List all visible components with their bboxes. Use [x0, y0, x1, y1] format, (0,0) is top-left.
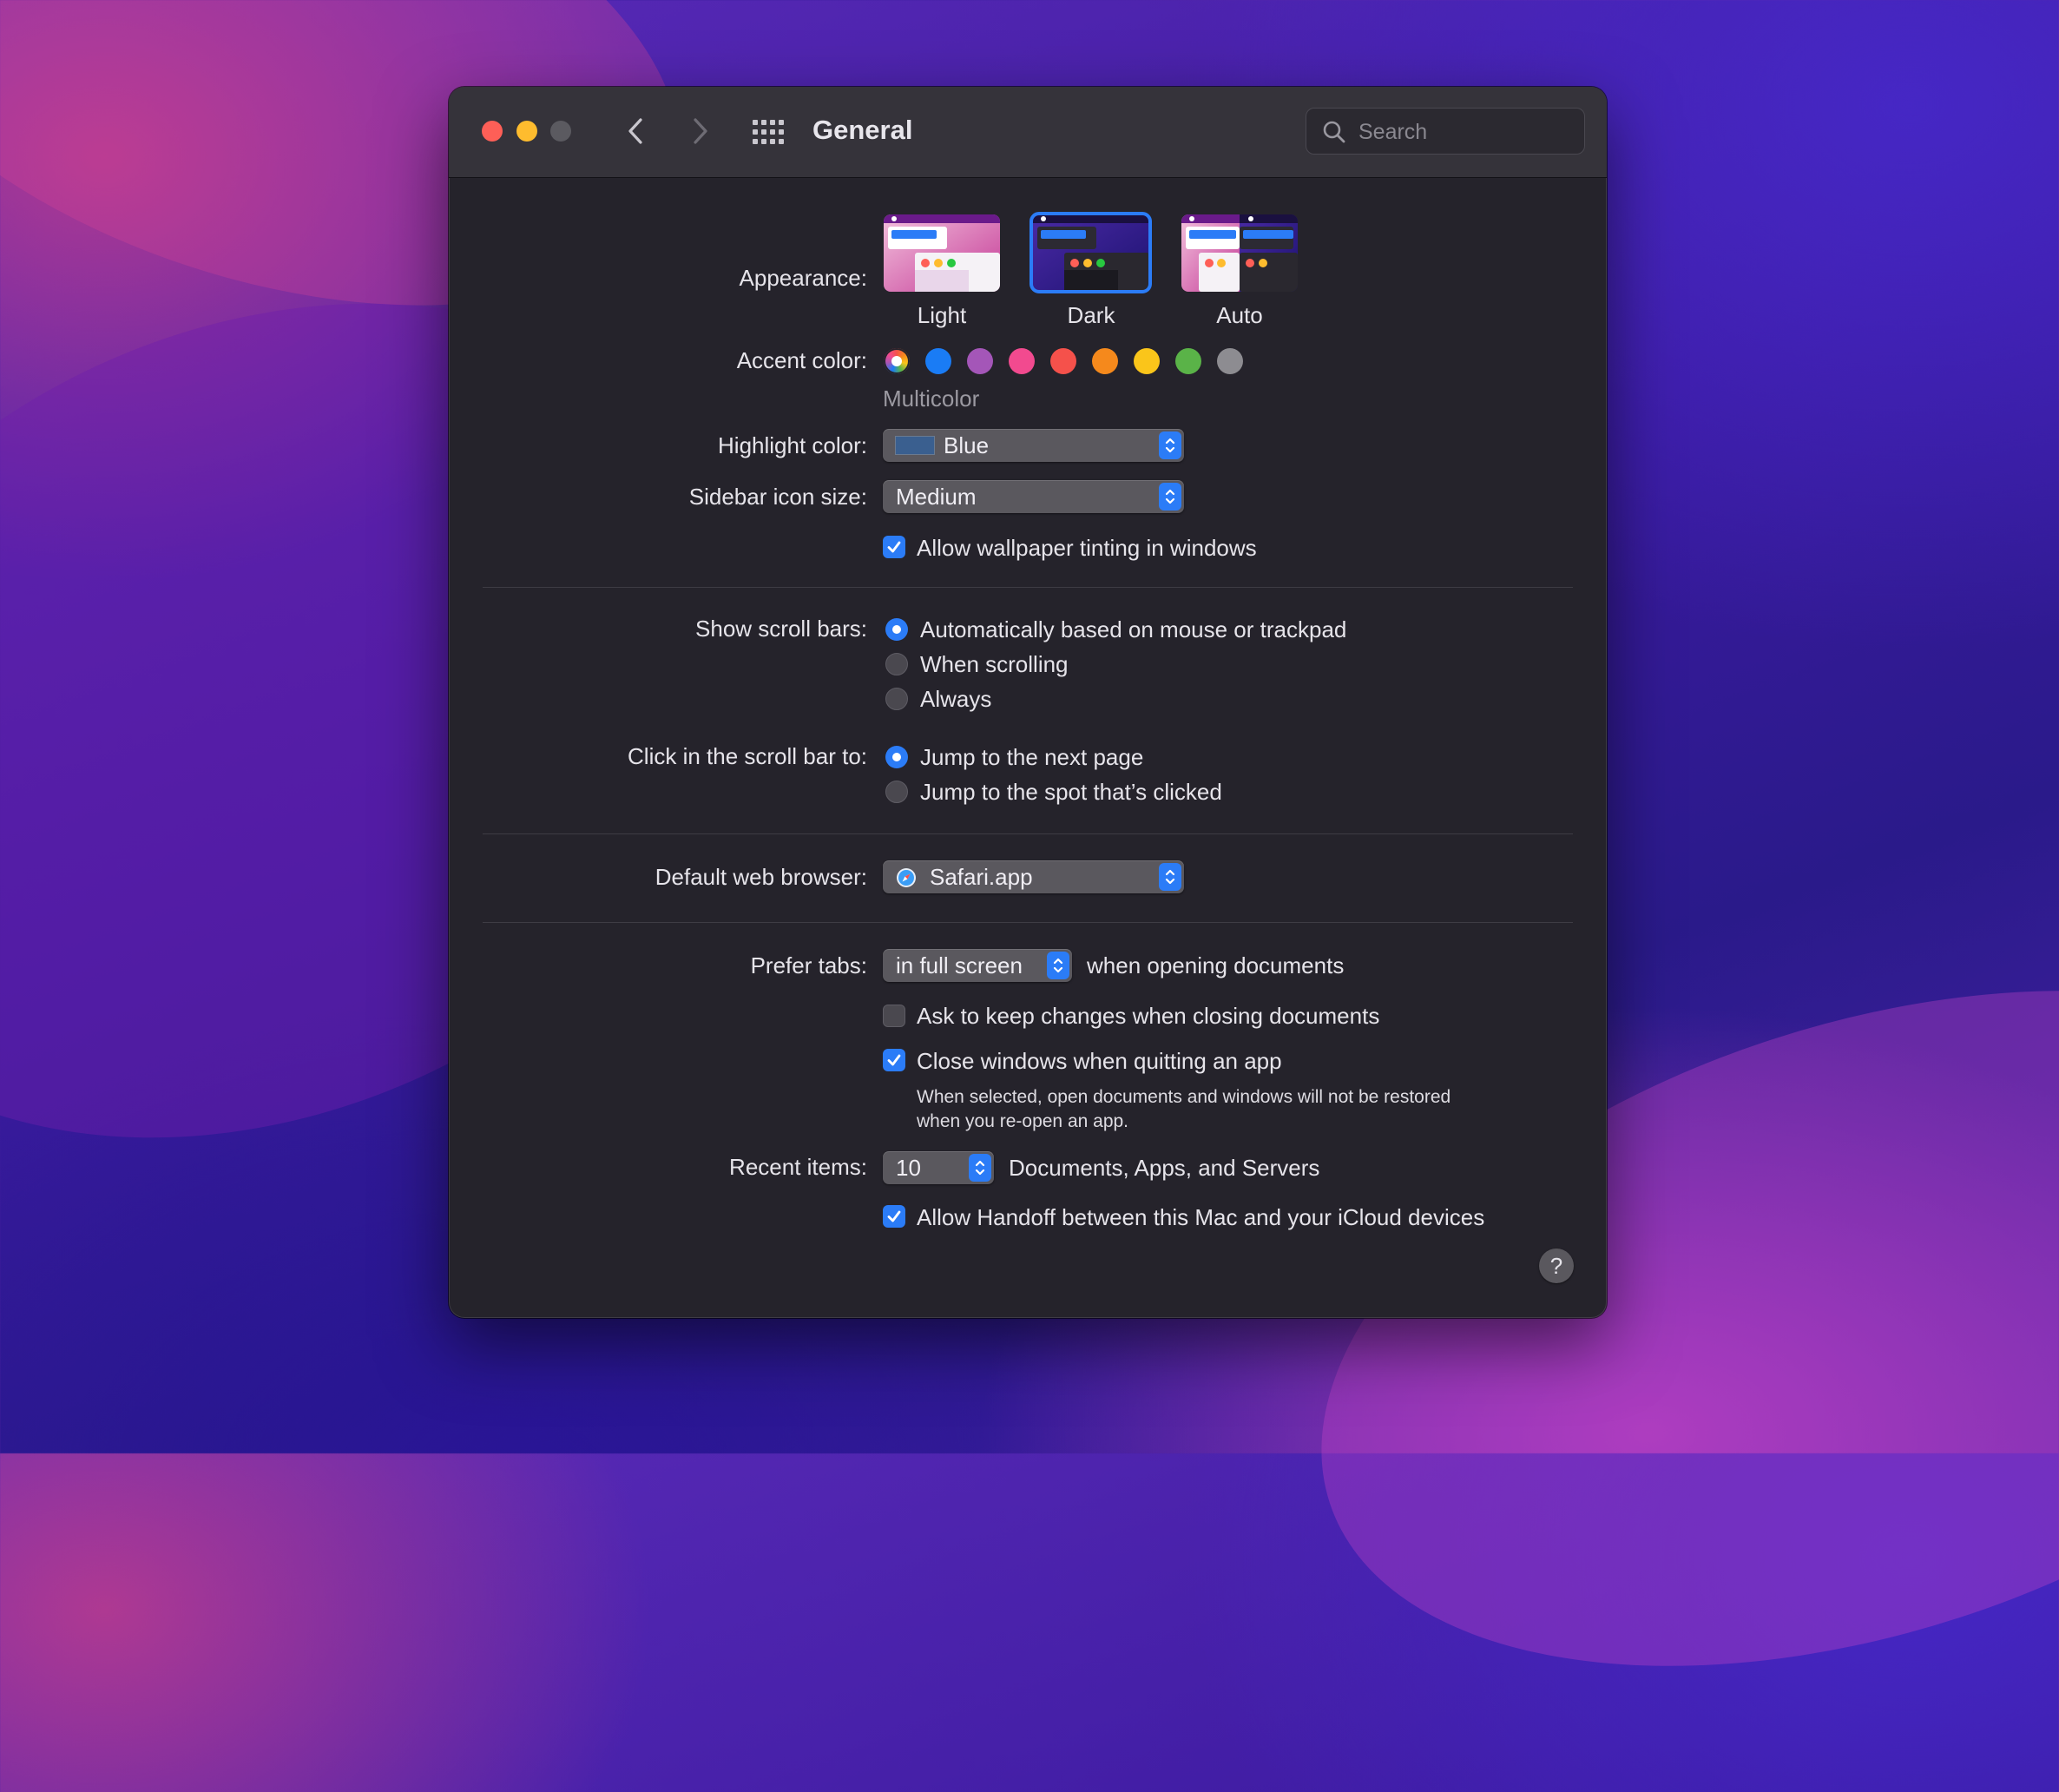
- accent-swatch-blue[interactable]: [925, 348, 951, 374]
- close-windows-label: Close windows when quitting an app: [917, 1048, 1282, 1074]
- popup-arrows-icon: [1159, 432, 1181, 459]
- highlight-color-label: Highlight color:: [718, 432, 867, 458]
- scroll-bars-automatic-radio[interactable]: [885, 618, 908, 641]
- divider: [483, 587, 1573, 588]
- highlight-color-popup[interactable]: Blue: [883, 429, 1184, 462]
- divider: [483, 833, 1573, 834]
- back-button[interactable]: [618, 113, 653, 149]
- sidebar-icon-size-value: Medium: [896, 484, 977, 510]
- checkmark-icon: [887, 541, 901, 553]
- handoff-checkbox[interactable]: [883, 1205, 905, 1228]
- search-icon: [1323, 121, 1345, 143]
- jump-spot-clicked-label: Jump to the spot that’s clicked: [920, 779, 1222, 805]
- popup-arrows-icon: [1159, 863, 1181, 891]
- appearance-dark-label: Dark: [1067, 302, 1115, 328]
- search-input[interactable]: [1357, 115, 1577, 148]
- appearance-selection-ring: [1030, 212, 1152, 293]
- accent-swatch-green[interactable]: [1175, 348, 1201, 374]
- sidebar-icon-size-label: Sidebar icon size:: [688, 484, 867, 510]
- accent-swatch-yellow[interactable]: [1134, 348, 1160, 374]
- close-window-button[interactable]: [482, 121, 503, 142]
- appearance-light-label: Light: [917, 302, 967, 328]
- default-browser-label: Default web browser:: [655, 864, 867, 890]
- recent-items-label: Recent items:: [729, 1154, 867, 1180]
- accent-swatch-graphite[interactable]: [1217, 348, 1243, 374]
- titlebar: General: [449, 87, 1607, 178]
- divider: [483, 922, 1573, 923]
- default-browser-value: Safari.app: [930, 864, 1033, 890]
- prefer-tabs-popup[interactable]: in full screen: [883, 949, 1072, 982]
- scroll-bars-when-scrolling-label: When scrolling: [920, 651, 1069, 677]
- close-windows-note-line2: when you re-open an app.: [917, 1111, 1129, 1131]
- recent-items-suffix: Documents, Apps, and Servers: [1009, 1155, 1320, 1181]
- click-scroll-bar-label: Click in the scroll bar to:: [628, 743, 867, 769]
- prefer-tabs-label: Prefer tabs:: [750, 952, 867, 978]
- chevron-left-icon: [628, 118, 642, 144]
- accent-swatch-multicolor[interactable]: [884, 348, 910, 374]
- scroll-bars-automatic-label: Automatically based on mouse or trackpad: [920, 616, 1347, 642]
- wallpaper-tinting-checkbox[interactable]: [883, 536, 905, 558]
- appearance-auto-label: Auto: [1216, 302, 1263, 328]
- close-windows-note-line1: When selected, open documents and window…: [917, 1087, 1451, 1107]
- ask-keep-changes-checkbox[interactable]: [883, 1005, 905, 1027]
- checkmark-icon: [887, 1210, 901, 1222]
- prefer-tabs-suffix: when opening documents: [1087, 952, 1345, 978]
- popup-arrows-icon: [1159, 483, 1181, 511]
- forward-button[interactable]: [683, 113, 718, 149]
- accent-selected-name: Multicolor: [883, 385, 980, 412]
- highlight-color-swatch: [895, 436, 935, 455]
- appearance-light-thumbnail[interactable]: [884, 214, 1000, 292]
- highlight-color-value: Blue: [944, 432, 990, 458]
- accent-swatch-purple[interactable]: [967, 348, 993, 374]
- recent-items-popup[interactable]: 10: [883, 1151, 994, 1184]
- help-button[interactable]: ?: [1539, 1248, 1574, 1283]
- chevron-right-icon: [694, 118, 707, 144]
- window-title: General: [812, 115, 913, 145]
- jump-spot-clicked-radio[interactable]: [885, 781, 908, 803]
- scroll-bars-always-label: Always: [920, 686, 992, 712]
- prefer-tabs-value: in full screen: [896, 952, 1023, 978]
- show-scroll-bars-label: Show scroll bars:: [695, 616, 867, 642]
- appearance-label: Appearance:: [739, 265, 867, 291]
- accent-swatch-red[interactable]: [1050, 348, 1076, 374]
- search-field[interactable]: [1306, 108, 1585, 155]
- jump-next-page-radio[interactable]: [885, 746, 908, 768]
- appearance-auto-thumbnail[interactable]: [1181, 214, 1298, 292]
- show-all-grid-icon[interactable]: [752, 119, 785, 145]
- accent-swatch-pink[interactable]: [1009, 348, 1035, 374]
- general-preferences-window: General Appearance:: [449, 87, 1607, 1318]
- popup-arrows-icon: [1047, 952, 1069, 979]
- checkmark-icon: [887, 1054, 901, 1066]
- scroll-bars-when-scrolling-radio[interactable]: [885, 653, 908, 675]
- recent-items-value: 10: [896, 1155, 921, 1181]
- close-windows-checkbox[interactable]: [883, 1049, 905, 1071]
- sidebar-icon-size-popup[interactable]: Medium: [883, 480, 1184, 513]
- jump-next-page-label: Jump to the next page: [920, 744, 1144, 770]
- accent-swatch-orange[interactable]: [1092, 348, 1118, 374]
- ask-keep-changes-label: Ask to keep changes when closing documen…: [917, 1003, 1380, 1029]
- handoff-label: Allow Handoff between this Mac and your …: [917, 1204, 1485, 1230]
- minimize-window-button[interactable]: [516, 121, 537, 142]
- scroll-bars-always-radio[interactable]: [885, 688, 908, 710]
- safari-compass-icon: [897, 868, 916, 887]
- default-browser-popup[interactable]: Safari.app: [883, 860, 1184, 893]
- popup-arrows-icon: [969, 1154, 991, 1182]
- accent-color-label: Accent color:: [736, 347, 867, 373]
- wallpaper-tinting-label: Allow wallpaper tinting in windows: [917, 535, 1257, 561]
- zoom-window-button[interactable]: [550, 121, 571, 142]
